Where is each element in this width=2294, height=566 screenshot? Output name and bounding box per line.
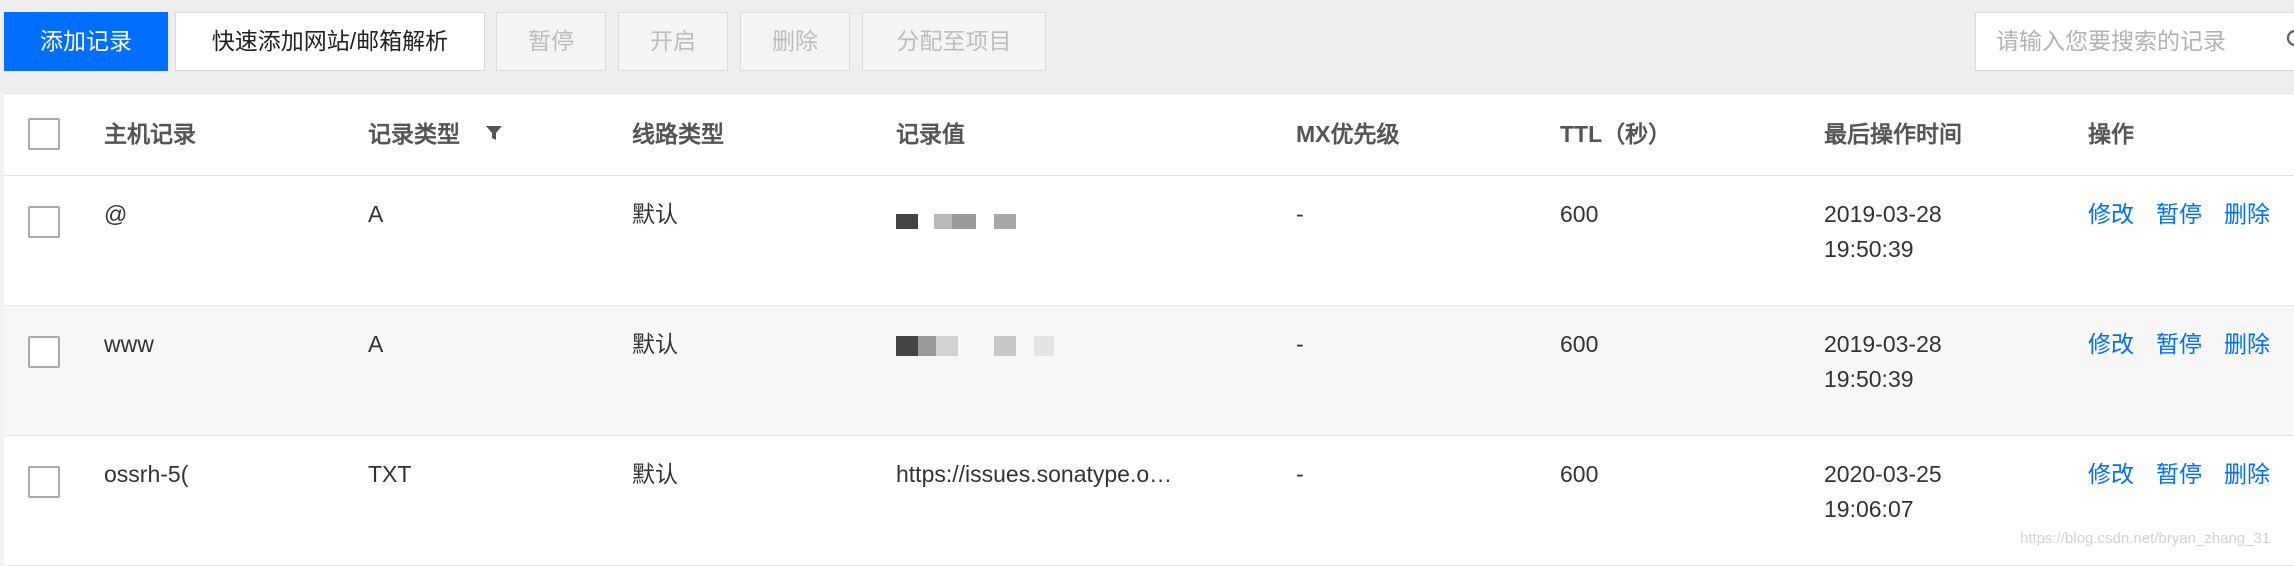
cell-time: 19:50:39 — [1824, 366, 1914, 392]
edit-link[interactable]: 修改 — [2088, 197, 2134, 232]
row-checkbox[interactable] — [28, 206, 60, 238]
search-box[interactable] — [1975, 12, 2294, 71]
search-input[interactable] — [1996, 13, 2256, 70]
add-record-button[interactable]: 添加记录 — [4, 12, 168, 71]
select-all-checkbox[interactable] — [28, 118, 60, 150]
table-header: 主机记录 记录类型 线路类型 记录值 MX优先级 TTL（秒） 最后操作时间 操… — [4, 94, 2294, 176]
column-last-op: 最后操作时间 — [1824, 121, 1962, 147]
cell-mx: - — [1296, 331, 1304, 357]
cell-date: 2020-03-25 — [1824, 461, 1942, 487]
cell-host: www — [104, 331, 154, 357]
column-actions: 操作 — [2088, 121, 2134, 147]
cell-line: 默认 — [632, 331, 678, 357]
cell-type: A — [368, 331, 384, 357]
toolbar: 添加记录 快速添加网站/邮箱解析 暂停 开启 删除 分配至项目 — [0, 0, 2294, 93]
row-checkbox[interactable] — [28, 466, 60, 498]
cell-mx: - — [1296, 461, 1304, 487]
enable-button[interactable]: 开启 — [618, 12, 728, 71]
cell-time: 19:06:07 — [1824, 496, 1914, 522]
column-value: 记录值 — [896, 121, 965, 147]
filter-icon[interactable] — [485, 124, 503, 142]
cell-ttl: 600 — [1560, 461, 1599, 487]
table-row: www A 默认 - 600 2019-03-28 19:50:39 修改 暂停… — [4, 306, 2294, 436]
column-type: 记录类型 — [368, 121, 460, 147]
cell-type: A — [368, 201, 384, 227]
cell-line: 默认 — [632, 461, 678, 487]
cell-value: https://issues.sonatype.o… — [896, 461, 1173, 487]
pause-link[interactable]: 暂停 — [2156, 327, 2202, 362]
pause-button[interactable]: 暂停 — [496, 12, 606, 71]
pause-link[interactable]: 暂停 — [2156, 197, 2202, 232]
cell-host: @ — [104, 201, 128, 227]
column-host: 主机记录 — [104, 121, 196, 147]
pause-link[interactable]: 暂停 — [2156, 457, 2202, 492]
cell-time: 19:50:39 — [1824, 236, 1914, 262]
column-line: 线路类型 — [632, 121, 724, 147]
cell-line: 默认 — [632, 201, 678, 227]
table-row: @ A 默认 - 600 2019-03-28 19:50:39 修改 暂停 删… — [4, 176, 2294, 306]
column-mx: MX优先级 — [1296, 121, 1400, 147]
delete-link[interactable]: 删除 — [2224, 197, 2270, 232]
cell-ttl: 600 — [1560, 331, 1599, 357]
assign-project-button[interactable]: 分配至项目 — [862, 12, 1046, 71]
cell-type: TXT — [368, 461, 412, 487]
cell-date: 2019-03-28 — [1824, 201, 1942, 227]
delete-button[interactable]: 删除 — [740, 12, 850, 71]
column-ttl: TTL（秒） — [1560, 121, 1672, 147]
cell-ttl: 600 — [1560, 201, 1599, 227]
cell-mx: - — [1296, 201, 1304, 227]
cell-host: ossrh-5( — [104, 461, 189, 487]
delete-link[interactable]: 删除 — [2224, 457, 2270, 492]
table-row: ossrh-5( TXT 默认 https://issues.sonatype.… — [4, 436, 2294, 566]
quick-add-button[interactable]: 快速添加网站/邮箱解析 — [175, 12, 485, 71]
delete-link[interactable]: 删除 — [2224, 327, 2270, 362]
watermark: https://blog.csdn.net/bryan_zhang_31 — [2020, 530, 2271, 547]
row-checkbox[interactable] — [28, 336, 60, 368]
edit-link[interactable]: 修改 — [2088, 457, 2134, 492]
search-icon[interactable] — [2286, 29, 2294, 51]
edit-link[interactable]: 修改 — [2088, 327, 2134, 362]
cell-date: 2019-03-28 — [1824, 331, 1942, 357]
records-table: 主机记录 记录类型 线路类型 记录值 MX优先级 TTL（秒） 最后操作时间 操… — [4, 93, 2294, 566]
